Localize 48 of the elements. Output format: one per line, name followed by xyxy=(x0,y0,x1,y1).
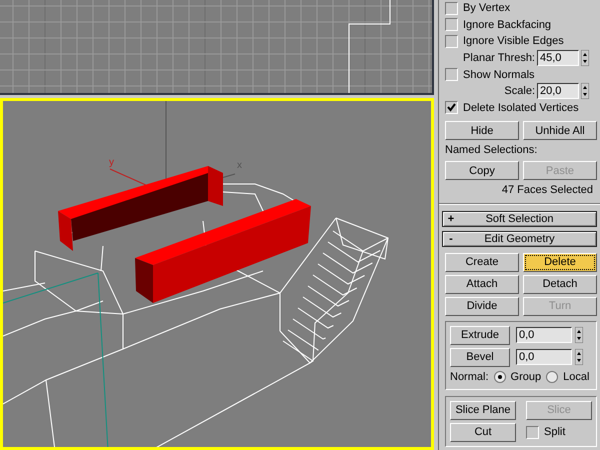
checkbox-label: Ignore Backfacing xyxy=(463,18,552,31)
radio-button[interactable] xyxy=(494,371,506,384)
rollout-header[interactable]: - Edit Geometry xyxy=(442,231,597,247)
spinner-label: Planar Thresh: xyxy=(463,52,535,64)
rollout-toggle[interactable]: - xyxy=(443,233,459,245)
checkbox-label: Delete Isolated Vertices xyxy=(463,102,579,114)
operation-button[interactable]: Extrude xyxy=(450,326,510,345)
checkbox[interactable] xyxy=(445,68,458,82)
geometry-button[interactable]: Create xyxy=(445,252,519,272)
rollout-toggle[interactable]: + xyxy=(443,213,459,226)
checkbox[interactable] xyxy=(445,2,458,15)
spinner-arrows-icon[interactable] xyxy=(575,327,583,344)
geometry-button[interactable]: Delete xyxy=(523,252,597,272)
geometry-button[interactable]: Divide xyxy=(445,296,519,316)
selection-button[interactable]: Hide xyxy=(445,121,519,140)
named-selection-button[interactable]: Copy xyxy=(445,161,519,180)
amount-field[interactable]: 0,0 xyxy=(516,349,572,366)
radio-label: Local xyxy=(563,371,590,384)
spinner-field[interactable]: 45,0 xyxy=(537,50,579,66)
checkbox-label: Split xyxy=(544,426,566,438)
rollout-title: Soft Selection xyxy=(484,213,554,226)
selection-button[interactable]: Unhide All xyxy=(523,121,597,140)
slice-button[interactable]: Slice Plane xyxy=(450,400,516,420)
checkbox[interactable] xyxy=(526,426,539,439)
checkbox[interactable] xyxy=(445,18,458,32)
geometry-button[interactable]: Detach xyxy=(523,274,597,294)
rollout-title: Edit Geometry xyxy=(483,233,556,245)
spinner-arrows-icon[interactable] xyxy=(581,50,589,66)
spinner-arrows-icon[interactable] xyxy=(581,83,589,100)
radio-label: Group xyxy=(510,371,542,384)
geometry-button[interactable]: Attach xyxy=(445,274,519,294)
checkbox[interactable] xyxy=(445,34,458,48)
checkbox[interactable] xyxy=(445,101,458,114)
spinner-field[interactable]: 20,0 xyxy=(537,83,579,100)
radio-button[interactable] xyxy=(546,371,558,384)
axis-label: y xyxy=(109,157,114,168)
spinner-arrows-icon[interactable] xyxy=(575,349,583,366)
amount-field[interactable]: 0,0 xyxy=(516,327,572,344)
checkbox-label: By Vertex xyxy=(463,2,510,14)
slice-button[interactable]: Cut xyxy=(450,422,516,442)
named-selections-label: Named Selections: xyxy=(445,143,538,158)
operation-button[interactable]: Bevel xyxy=(450,348,510,367)
selection-status: 47 Faces Selected xyxy=(500,183,594,198)
checkbox-label: Ignore Visible Edges xyxy=(463,35,564,48)
checkbox-label: Show Normals xyxy=(463,68,535,81)
normal-label: Normal: xyxy=(450,371,489,384)
rollout-header[interactable]: + Soft Selection xyxy=(442,211,597,228)
spinner-label: Scale: xyxy=(504,85,535,98)
